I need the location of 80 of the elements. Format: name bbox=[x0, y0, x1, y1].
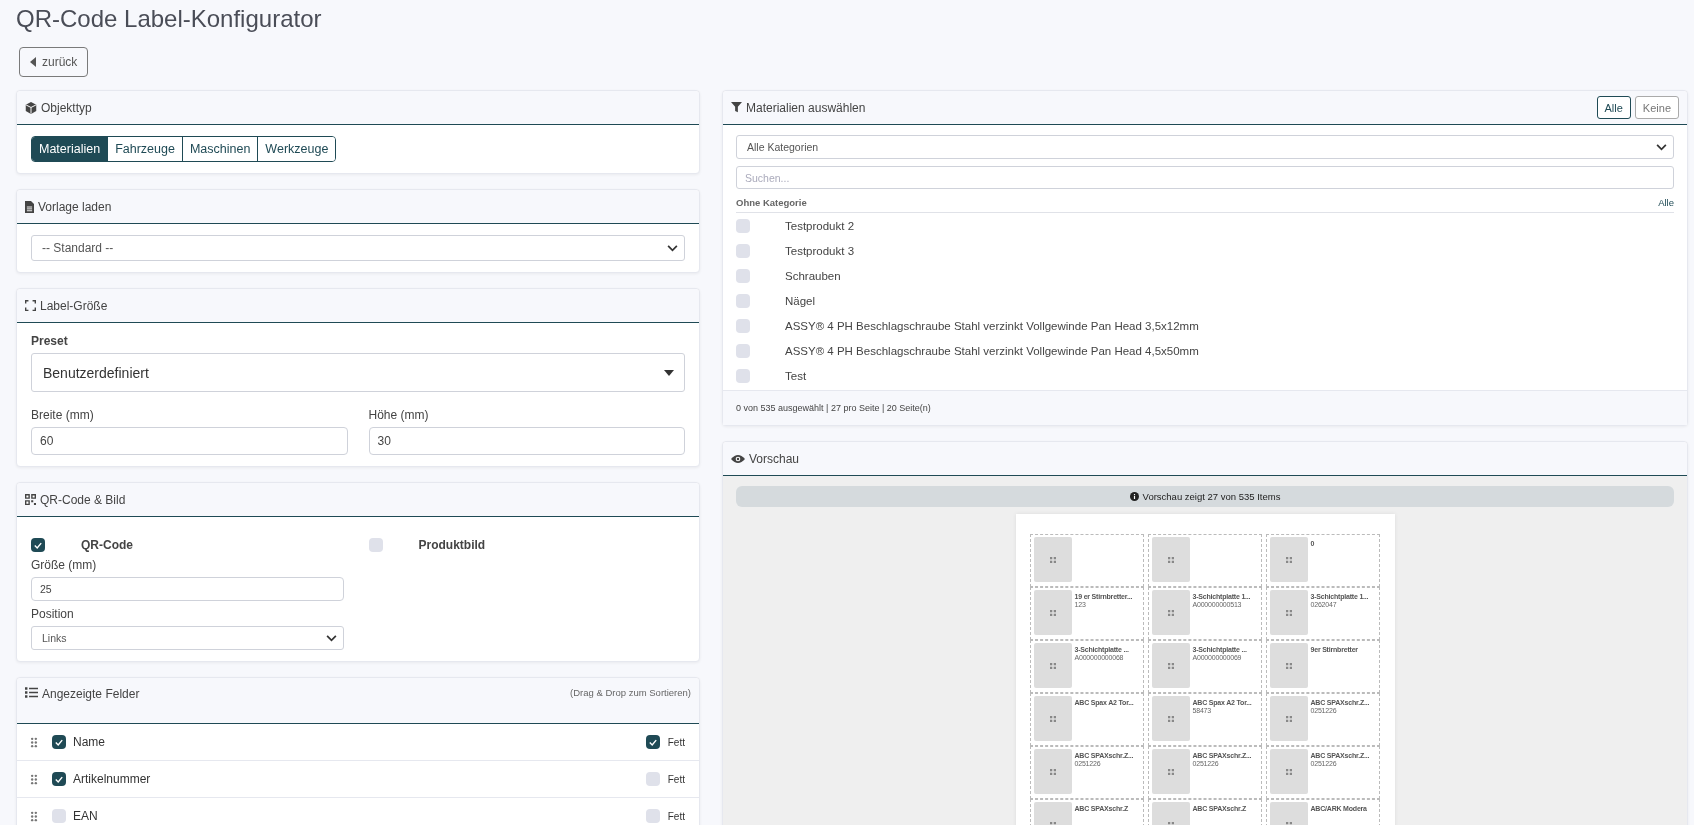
checkmark-icon bbox=[55, 775, 63, 783]
selection-summary: 0 von 535 ausgewählt | 27 pro Seite | 20 Seite(n) bbox=[736, 403, 931, 413]
checkbox[interactable] bbox=[736, 218, 750, 233]
card-title: QR-Code & Bild bbox=[40, 492, 126, 507]
checkbox[interactable] bbox=[645, 809, 660, 823]
checkbox-label: Produktbild bbox=[418, 538, 486, 552]
list-icon bbox=[25, 687, 38, 698]
checkbox[interactable] bbox=[645, 735, 660, 749]
page-title: QR-Code Label-Konfigurator bbox=[16, 4, 323, 33]
material-name: Testprodukt 2 bbox=[785, 219, 855, 232]
chevron-down-icon bbox=[1656, 143, 1667, 151]
info-icon bbox=[1129, 492, 1139, 501]
card-title: Vorschau bbox=[749, 451, 800, 466]
material-name: Schrauben bbox=[785, 269, 841, 282]
select-button[interactable]: Alle bbox=[1596, 96, 1631, 119]
material-name: Nägel bbox=[785, 294, 816, 307]
checkbox-label: Fett bbox=[667, 736, 685, 748]
material-name: ASSY® 4 PH Beschlagschraube Stahl verzinkt Vollgewinde Pan Head 4,5x50mm bbox=[785, 344, 1199, 357]
field-name: Artikelnummer bbox=[73, 772, 152, 786]
checkmark-icon bbox=[648, 738, 657, 746]
material-name: Testprodukt 3 bbox=[785, 244, 855, 257]
field-label: Preset bbox=[31, 334, 69, 348]
filter-icon bbox=[731, 102, 742, 113]
document-icon bbox=[25, 200, 34, 213]
preset-select[interactable]: Benutzerdefiniert bbox=[31, 353, 685, 392]
search-field[interactable]: Suchen... bbox=[736, 166, 1674, 189]
category-select[interactable]: Alle Kategorien bbox=[736, 135, 1674, 159]
field-name: Name bbox=[73, 735, 106, 749]
select-button[interactable]: Keine bbox=[1634, 96, 1679, 119]
sort-hint: (Drag & Drop zum Sortieren) bbox=[570, 687, 691, 698]
checkbox[interactable] bbox=[736, 343, 750, 358]
checkbox[interactable] bbox=[52, 735, 66, 749]
expand-icon bbox=[25, 300, 36, 311]
checkbox[interactable] bbox=[736, 318, 750, 333]
cube-icon bbox=[25, 101, 37, 114]
checkbox[interactable] bbox=[31, 538, 45, 552]
select-all-link[interactable]: Alle bbox=[1658, 197, 1674, 208]
input-field[interactable]: 60 bbox=[31, 427, 348, 455]
drag-handle-icon[interactable] bbox=[30, 736, 38, 748]
qr-code-icon bbox=[25, 494, 36, 505]
card-title: Materialien auswählen bbox=[746, 100, 866, 115]
checkmark-icon bbox=[55, 738, 63, 746]
eye-icon bbox=[731, 453, 745, 464]
checkbox[interactable] bbox=[736, 268, 750, 283]
checkbox[interactable] bbox=[736, 368, 750, 383]
checkbox[interactable] bbox=[368, 538, 383, 552]
checkbox[interactable] bbox=[645, 772, 660, 786]
material-name: Test bbox=[785, 369, 807, 382]
field-label: Höhe (mm) bbox=[368, 408, 430, 422]
caret-down-icon bbox=[664, 369, 674, 376]
info-text: Vorschau zeigt 27 von 535 Items bbox=[1142, 491, 1281, 502]
checkbox-label: QR-Code bbox=[81, 538, 133, 552]
checkbox[interactable] bbox=[736, 243, 750, 258]
field-name: EAN bbox=[73, 809, 99, 823]
group-title: Ohne Kategorie bbox=[736, 197, 807, 208]
caret-left-icon bbox=[30, 57, 36, 67]
back-button[interactable]: zurück bbox=[19, 47, 89, 77]
chevron-down-icon bbox=[326, 634, 337, 642]
checkbox-label: Fett bbox=[667, 773, 685, 785]
template-select[interactable]: -- Standard -- bbox=[31, 235, 685, 261]
input-field[interactable]: 25 bbox=[31, 577, 344, 601]
input-field[interactable]: 30 bbox=[368, 427, 685, 455]
card-title: Angezeigte Felder bbox=[42, 687, 140, 701]
card-title: Vorlage laden bbox=[38, 199, 112, 214]
card-title: Label-Größe bbox=[40, 298, 108, 313]
checkbox-label: Fett bbox=[667, 810, 685, 822]
chevron-down-icon bbox=[667, 244, 678, 252]
checkbox[interactable] bbox=[52, 809, 66, 823]
field-label: Breite (mm) bbox=[31, 408, 95, 422]
field-label: Größe (mm) bbox=[31, 558, 98, 572]
material-name: ASSY® 4 PH Beschlagschraube Stahl verzinkt Vollgewinde Pan Head 3,5x12mm bbox=[785, 319, 1199, 332]
drag-handle-icon[interactable] bbox=[30, 773, 38, 785]
position-select[interactable]: Links bbox=[31, 626, 344, 650]
object-type-tab[interactable]: Materialien bbox=[32, 137, 109, 161]
card-title: Objekttyp bbox=[41, 100, 92, 115]
checkmark-icon bbox=[34, 541, 42, 549]
drag-handle-icon[interactable] bbox=[30, 810, 38, 822]
checkbox[interactable] bbox=[52, 772, 66, 786]
checkbox[interactable] bbox=[736, 293, 750, 308]
field-label: Position bbox=[31, 607, 75, 621]
